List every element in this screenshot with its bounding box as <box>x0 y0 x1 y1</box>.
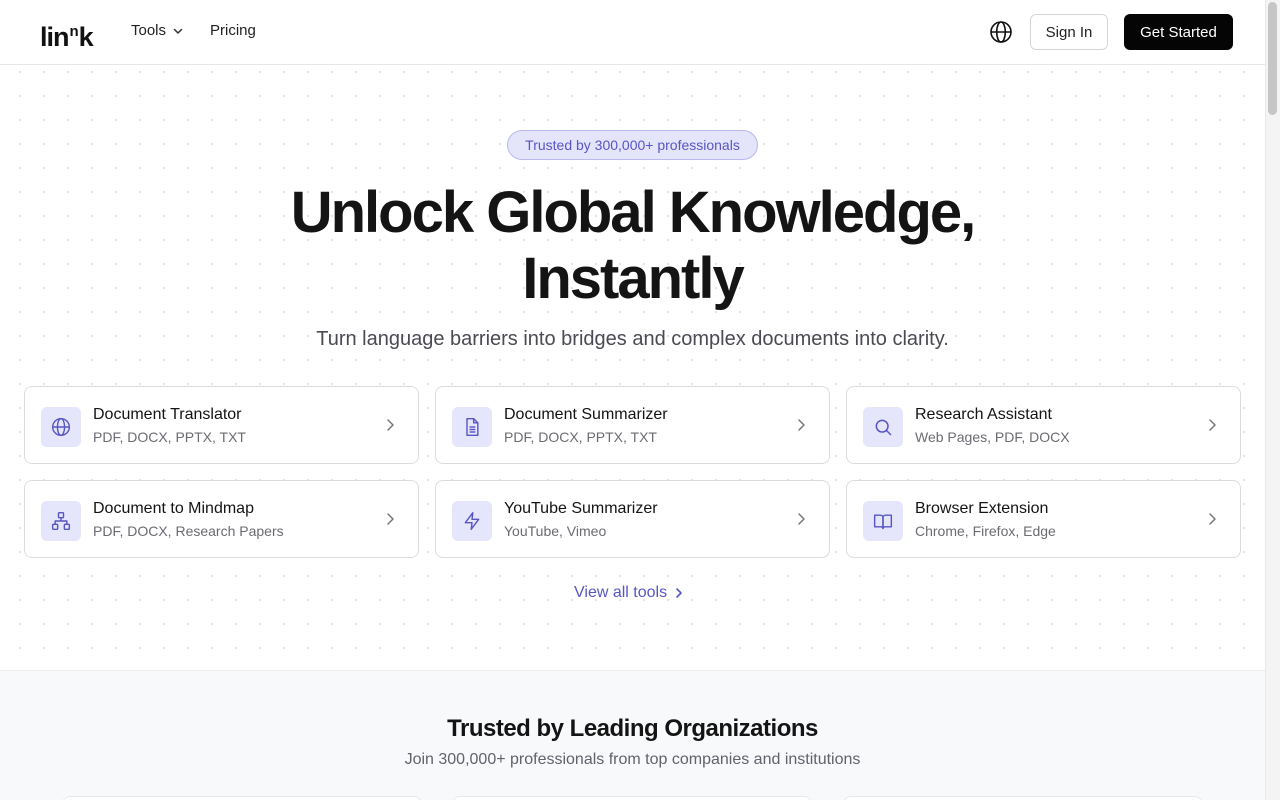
hero-title-line2: Instantly <box>522 246 744 311</box>
tool-formats: PDF, DOCX, Research Papers <box>93 523 284 539</box>
hero-title: Unlock Global Knowledge, Instantly <box>200 180 1065 312</box>
view-all-label: View all tools <box>574 584 668 601</box>
globe-icon <box>41 407 81 447</box>
tool-title: Browser Extension <box>915 500 1049 517</box>
chevron-right-icon <box>387 513 394 525</box>
chevron-right-icon <box>1209 419 1216 431</box>
book-icon <box>863 501 903 541</box>
organization-logo-card <box>62 796 422 800</box>
sitemap-icon <box>41 501 81 541</box>
tool-formats: YouTube, Vimeo <box>504 523 607 539</box>
brand-logo[interactable]: linnk <box>40 16 94 53</box>
nav-tools-dropdown[interactable]: Tools <box>131 22 184 39</box>
tool-title: Document Translator <box>93 406 242 423</box>
tool-formats: Chrome, Firefox, Edge <box>915 523 1056 539</box>
tool-card-document-translator[interactable]: Document Translator PDF, DOCX, PPTX, TXT <box>24 386 419 464</box>
tool-card-document-summarizer[interactable]: Document Summarizer PDF, DOCX, PPTX, TXT <box>435 386 830 464</box>
trusted-title: Trusted by Leading Organizations <box>447 715 818 742</box>
tool-formats: PDF, DOCX, PPTX, TXT <box>93 429 246 445</box>
nav-tools-label: Tools <box>131 22 167 39</box>
view-all-tools-link[interactable]: View all tools <box>574 584 685 602</box>
trust-badge: Trusted by 300,000+ professionals <box>507 130 758 160</box>
tool-title: Document to Mindmap <box>93 500 254 517</box>
language-globe-icon[interactable] <box>989 20 1013 44</box>
chevron-right-icon <box>798 419 805 431</box>
tool-card-youtube-summarizer[interactable]: YouTube Summarizer YouTube, Vimeo <box>435 480 830 558</box>
nav-pricing-link[interactable]: Pricing <box>210 22 256 39</box>
page: linnk Tools Pricing Sign In Get Started … <box>0 0 1265 800</box>
trusted-section: Trusted by Leading Organizations Join 30… <box>0 670 1265 800</box>
sign-in-button[interactable]: Sign In <box>1030 14 1108 50</box>
logo-text-end: k <box>78 22 94 52</box>
organization-logo-card <box>843 796 1203 800</box>
hero-subtitle: Turn language barriers into bridges and … <box>316 328 949 350</box>
hero-title-line1: Unlock Global Knowledge, <box>290 180 977 245</box>
search-icon <box>863 407 903 447</box>
vertical-scrollbar[interactable] <box>1265 0 1280 800</box>
chevron-down-icon <box>173 28 183 34</box>
lightning-icon <box>452 501 492 541</box>
document-icon <box>452 407 492 447</box>
tool-title: Document Summarizer <box>504 406 668 423</box>
organization-logo-card <box>452 796 812 800</box>
chevron-right-icon <box>387 419 394 431</box>
tool-card-browser-extension[interactable]: Browser Extension Chrome, Firefox, Edge <box>846 480 1241 558</box>
top-navbar: linnk Tools Pricing Sign In Get Started <box>0 0 1265 65</box>
tool-title: YouTube Summarizer <box>504 500 658 517</box>
chevron-right-icon <box>1209 513 1216 525</box>
logo-superscript: n <box>69 23 79 40</box>
logo-text: lin <box>40 22 69 52</box>
trusted-subtitle: Join 300,000+ professionals from top com… <box>404 751 861 768</box>
chevron-right-icon <box>676 588 682 598</box>
tool-card-research-assistant[interactable]: Research Assistant Web Pages, PDF, DOCX <box>846 386 1241 464</box>
get-started-button[interactable]: Get Started <box>1124 14 1233 50</box>
tool-formats: PDF, DOCX, PPTX, TXT <box>504 429 657 445</box>
chevron-right-icon <box>798 513 805 525</box>
tool-formats: Web Pages, PDF, DOCX <box>915 429 1070 445</box>
tool-title: Research Assistant <box>915 406 1052 423</box>
scrollbar-thumb[interactable] <box>1268 2 1277 115</box>
tool-card-document-to-mindmap[interactable]: Document to Mindmap PDF, DOCX, Research … <box>24 480 419 558</box>
